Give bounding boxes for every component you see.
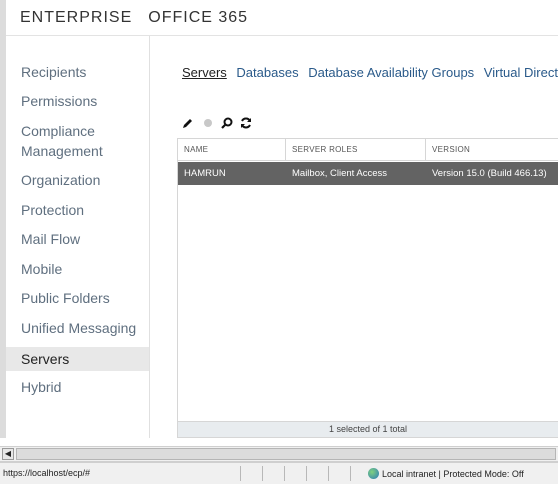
brand-title: ENTERPRISE OFFICE 365 xyxy=(20,9,248,27)
tab-servers[interactable]: Servers xyxy=(182,65,227,80)
status-bar: https://localhost/ecp/# Local intranet |… xyxy=(0,462,558,484)
status-url: https://localhost/ecp/# xyxy=(3,468,91,478)
servers-grid: NAME SERVER ROLES VERSION HAMRUN Mailbox… xyxy=(177,138,558,438)
brand-enterprise: ENTERPRISE xyxy=(20,9,133,26)
status-divider xyxy=(240,466,241,481)
sidebar-item-unified-messaging[interactable]: Unified Messaging xyxy=(6,318,149,338)
search-icon[interactable] xyxy=(220,116,234,130)
status-divider xyxy=(328,466,329,481)
selection-count: 1 selected of 1 total xyxy=(178,421,558,437)
cell-name: HAMRUN xyxy=(184,168,226,179)
table-row[interactable]: HAMRUN Mailbox, Client Access Version 15… xyxy=(178,162,558,185)
sidebar-item-organization[interactable]: Organization xyxy=(6,170,149,190)
tab-databases[interactable]: Databases xyxy=(236,65,298,80)
refresh-icon[interactable] xyxy=(239,116,253,130)
sidebar-item-protection[interactable]: Protection xyxy=(6,200,149,220)
pencil-icon[interactable] xyxy=(181,116,195,130)
sidebar-item-public-folders[interactable]: Public Folders xyxy=(6,288,149,308)
status-divider xyxy=(262,466,263,481)
horizontal-scrollbar[interactable]: ◀ xyxy=(0,446,558,462)
sidebar-item-recipients[interactable]: Recipients xyxy=(6,62,149,82)
column-header-version[interactable]: VERSION xyxy=(426,139,558,160)
sidebar: Recipients Permissions Compliance Manage… xyxy=(0,36,150,438)
status-divider xyxy=(306,466,307,481)
tab-virtual-directories[interactable]: Virtual Directories xyxy=(484,65,558,80)
sidebar-item-servers[interactable]: Servers xyxy=(6,347,149,371)
sidebar-item-hybrid[interactable]: Hybrid xyxy=(6,377,149,397)
scrollbar-thumb[interactable] xyxy=(16,448,556,460)
window-edge xyxy=(0,0,6,36)
status-divider xyxy=(350,466,351,481)
column-header-server-roles[interactable]: SERVER ROLES xyxy=(286,139,426,160)
security-zone[interactable]: Local intranet | Protected Mode: Off xyxy=(368,468,524,479)
globe-icon xyxy=(368,468,379,479)
scroll-left-icon[interactable]: ◀ xyxy=(2,448,14,460)
tab-bar: Servers Databases Database Availability … xyxy=(182,65,558,80)
brand-office365: OFFICE 365 xyxy=(148,9,249,26)
grid-header: NAME SERVER ROLES VERSION xyxy=(178,139,558,161)
sidebar-item-permissions[interactable]: Permissions xyxy=(6,91,149,111)
tab-database-availability-groups[interactable]: Database Availability Groups xyxy=(308,65,474,80)
main-content: Servers Databases Database Availability … xyxy=(151,36,558,438)
sidebar-item-mail-flow[interactable]: Mail Flow xyxy=(6,229,149,249)
dot-icon xyxy=(201,116,215,130)
header-bar: ENTERPRISE OFFICE 365 xyxy=(0,0,558,36)
security-zone-label: Local intranet | Protected Mode: Off xyxy=(382,469,524,479)
sidebar-item-compliance-management[interactable]: Compliance Management xyxy=(6,121,149,161)
cell-server-roles: Mailbox, Client Access xyxy=(292,168,388,179)
status-divider xyxy=(284,466,285,481)
cell-version: Version 15.0 (Build 466.13) xyxy=(432,168,547,179)
sidebar-item-mobile[interactable]: Mobile xyxy=(6,259,149,279)
column-header-name[interactable]: NAME xyxy=(178,139,286,160)
